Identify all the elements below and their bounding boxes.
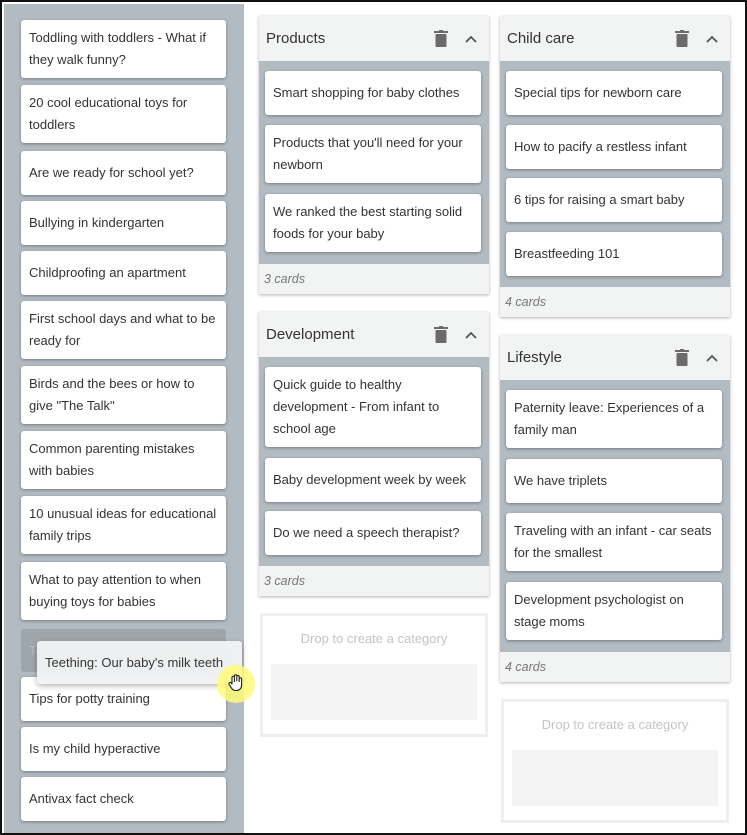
card-text: Smart shopping for baby clothes — [273, 85, 460, 100]
chevron-up-icon[interactable] — [459, 27, 483, 51]
board: Toddling with toddlers - What if they wa… — [0, 0, 747, 835]
card-text: 10 unusual ideas for educational family … — [29, 506, 217, 543]
card-text: What to pay attention to when buying toy… — [29, 572, 201, 609]
drop-zone-new-category[interactable]: Drop to create a category — [260, 613, 488, 737]
category-card[interactable]: We ranked the best starting solid foods … — [265, 194, 481, 252]
card-text: 6 tips for raising a smart baby — [514, 192, 685, 207]
card-text: We have triplets — [514, 473, 607, 488]
card-text: Quick guide to healthy development - Fro… — [273, 377, 440, 436]
category-title: Lifestyle — [507, 349, 563, 366]
backlog-card[interactable]: Antivax fact check — [21, 777, 226, 821]
cursor-highlight — [217, 665, 255, 703]
backlog-card[interactable]: Toddling with toddlers - What if they wa… — [21, 20, 226, 78]
card-text: Common parenting mistakes with babies — [29, 441, 195, 478]
backlog-card[interactable]: 20 cool educational toys for toddlers — [21, 85, 226, 143]
card-count: 4 cards — [500, 287, 730, 317]
chevron-up-icon[interactable] — [459, 323, 483, 347]
card-text: Childproofing an apartment — [29, 265, 186, 280]
card-text: Traveling with an infant - car seats for… — [514, 523, 712, 560]
backlog-column: Toddling with toddlers - What if they wa… — [4, 4, 244, 833]
card-text: Antivax fact check — [29, 791, 134, 806]
backlog-card[interactable]: Childproofing an apartment — [21, 251, 226, 295]
category-child-care: Child care Special tips for newborn care… — [500, 16, 730, 317]
drop-zone-label: Drop to create a category — [300, 631, 448, 646]
chevron-up-icon[interactable] — [700, 346, 724, 370]
category-card[interactable]: Products that you'll need for your newbo… — [265, 125, 481, 183]
category-card[interactable]: Breastfeeding 101 — [506, 232, 722, 276]
card-text: Teething: Our baby's milk teeth — [45, 655, 224, 670]
backlog-card[interactable]: Are we ready for school yet? — [21, 151, 226, 195]
category-card[interactable]: Smart shopping for baby clothes — [265, 71, 481, 115]
drop-area — [512, 750, 718, 806]
category-development: Development Quick guide to healthy devel… — [259, 312, 489, 596]
card-text: Bullying in kindergarten — [29, 215, 165, 230]
category-card[interactable]: Traveling with an infant - car seats for… — [506, 513, 722, 571]
dragging-card[interactable]: Teething: Our baby's milk teeth — [37, 641, 242, 684]
category-lifestyle: Lifestyle Paternity leave: Experiences o… — [500, 335, 730, 682]
drop-zone-new-category[interactable]: Drop to create a category — [501, 699, 729, 823]
drop-zone-label: Drop to create a category — [541, 717, 689, 732]
category-card[interactable]: Paternity leave: Experiences of a family… — [506, 390, 722, 448]
trash-icon[interactable] — [670, 346, 694, 370]
category-title: Development — [266, 326, 355, 343]
card-text: Do we need a speech therapist? — [273, 525, 460, 540]
card-text: How to pacify a restless infant — [514, 139, 687, 154]
category-card[interactable]: 6 tips for raising a smart baby — [506, 178, 722, 222]
card-count: 4 cards — [500, 652, 730, 682]
trash-icon[interactable] — [670, 27, 694, 51]
card-text: Breastfeeding 101 — [514, 246, 620, 261]
card-text: Paternity leave: Experiences of a family… — [514, 400, 705, 437]
card-count: 3 cards — [259, 264, 489, 294]
card-text: Birds and the bees or how to give "The T… — [29, 376, 195, 413]
card-text: Are we ready for school yet? — [29, 165, 194, 180]
backlog-card[interactable]: Birds and the bees or how to give "The T… — [21, 366, 226, 424]
category-card[interactable]: Special tips for newborn care — [506, 71, 722, 115]
category-header: Development — [259, 312, 489, 357]
backlog-card[interactable]: Common parenting mistakes with babies — [21, 431, 226, 489]
chevron-up-icon[interactable] — [700, 27, 724, 51]
category-card[interactable]: Do we need a speech therapist? — [265, 511, 481, 555]
category-card[interactable]: How to pacify a restless infant — [506, 125, 722, 169]
trash-icon[interactable] — [429, 323, 453, 347]
drop-area — [271, 664, 477, 720]
category-card[interactable]: We have triplets — [506, 459, 722, 503]
category-card[interactable]: Baby development week by week — [265, 458, 481, 502]
backlog-card[interactable]: First school days and what to be ready f… — [21, 301, 226, 359]
card-text: Toddling with toddlers - What if they wa… — [29, 30, 207, 67]
backlog-card[interactable]: Bullying in kindergarten — [21, 201, 226, 245]
trash-icon[interactable] — [429, 27, 453, 51]
card-text: 20 cool educational toys for toddlers — [29, 95, 188, 132]
grab-hand-icon — [226, 673, 246, 696]
card-text: We ranked the best starting solid foods … — [273, 204, 463, 241]
category-header: Lifestyle — [500, 335, 730, 380]
card-text: Development psychologist on stage moms — [514, 592, 684, 629]
category-title: Child care — [507, 30, 575, 47]
card-text: Special tips for newborn care — [514, 85, 682, 100]
category-card[interactable]: Quick guide to healthy development - Fro… — [265, 367, 481, 447]
category-header: Products — [259, 16, 489, 61]
backlog-card[interactable]: Is my child hyperactive — [21, 727, 226, 771]
card-text: Products that you'll need for your newbo… — [273, 135, 463, 172]
card-count: 3 cards — [259, 566, 489, 596]
card-text: First school days and what to be ready f… — [29, 311, 216, 348]
category-products: Products Smart shopping for baby clothes… — [259, 16, 489, 294]
card-text: Tips for potty training — [29, 691, 150, 706]
category-card[interactable]: Development psychologist on stage moms — [506, 582, 722, 640]
category-header: Child care — [500, 16, 730, 61]
card-text: Baby development week by week — [273, 472, 466, 487]
backlog-card[interactable]: What to pay attention to when buying toy… — [21, 562, 226, 620]
category-title: Products — [266, 30, 326, 47]
backlog-card[interactable]: 10 unusual ideas for educational family … — [21, 496, 226, 554]
card-text: Is my child hyperactive — [29, 741, 161, 756]
